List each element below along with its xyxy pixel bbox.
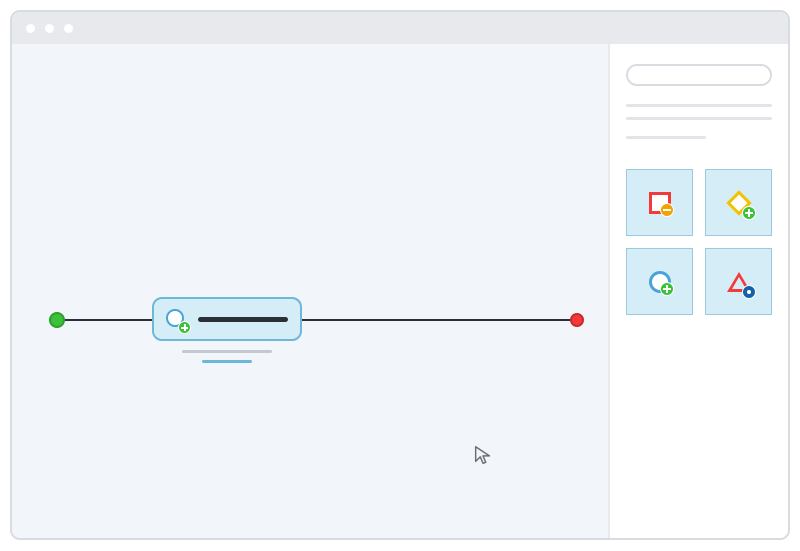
traffic-light-zoom-icon[interactable] bbox=[64, 24, 73, 33]
window-titlebar bbox=[12, 12, 788, 44]
circle-icon bbox=[649, 271, 671, 293]
canvas-area[interactable] bbox=[12, 44, 610, 538]
cursor-pointer-icon bbox=[472, 444, 494, 466]
diamond-icon-wrap bbox=[728, 192, 750, 214]
caption-line bbox=[182, 350, 272, 353]
plus-badge-icon bbox=[660, 282, 674, 296]
app-window bbox=[10, 10, 790, 540]
placeholder-line bbox=[626, 104, 772, 107]
placeholder-line bbox=[626, 117, 772, 120]
minus-badge-icon bbox=[660, 203, 674, 217]
palette-item-triangle-info[interactable] bbox=[705, 248, 772, 315]
info-badge-icon bbox=[742, 285, 756, 299]
plus-badge-icon bbox=[742, 206, 756, 220]
node-icon-circle-add bbox=[166, 309, 186, 329]
sidebar-panel bbox=[610, 44, 788, 538]
palette-item-square-remove[interactable] bbox=[626, 169, 693, 236]
node-title-placeholder bbox=[198, 317, 288, 322]
timeline-node-card[interactable] bbox=[152, 297, 302, 341]
placeholder-line bbox=[626, 136, 706, 139]
square-icon bbox=[649, 192, 671, 214]
sidebar-section-heading bbox=[626, 104, 772, 120]
window-body bbox=[12, 44, 788, 538]
timeline-start-node[interactable] bbox=[49, 312, 65, 328]
search-input[interactable] bbox=[626, 64, 772, 86]
traffic-light-close-icon[interactable] bbox=[26, 24, 35, 33]
shape-palette bbox=[626, 169, 772, 315]
caption-line-highlight bbox=[202, 360, 252, 363]
triangle-icon-wrap bbox=[728, 271, 750, 293]
timeline-track bbox=[56, 319, 578, 321]
traffic-light-minimize-icon[interactable] bbox=[45, 24, 54, 33]
palette-item-diamond-add[interactable] bbox=[705, 169, 772, 236]
timeline-end-node[interactable] bbox=[570, 313, 584, 327]
palette-item-circle-add[interactable] bbox=[626, 248, 693, 315]
sidebar-section-sub bbox=[626, 136, 772, 139]
node-caption bbox=[177, 350, 277, 363]
plus-badge-icon bbox=[178, 321, 191, 334]
